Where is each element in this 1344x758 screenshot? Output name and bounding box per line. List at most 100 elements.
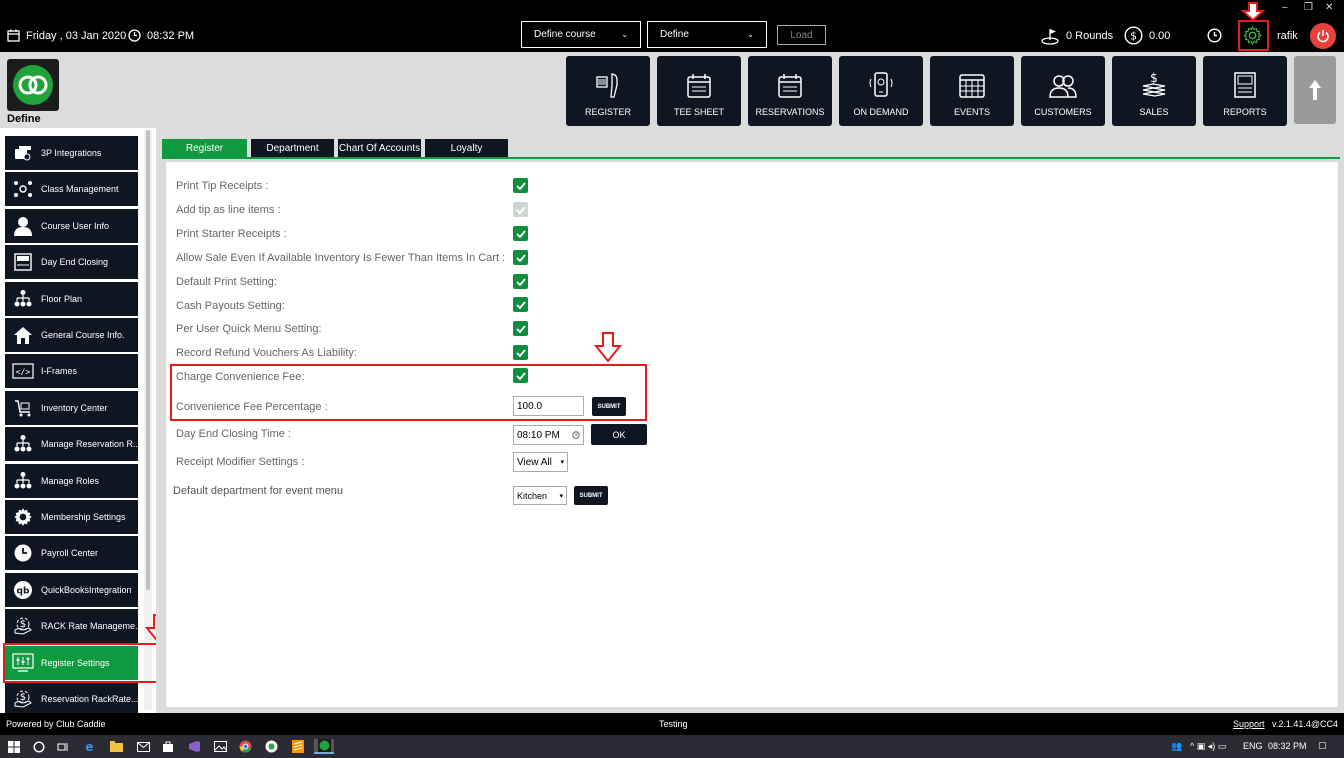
amount-display[interactable]: $ 0.00: [1124, 26, 1170, 45]
task-view-icon[interactable]: [55, 739, 70, 754]
default-department-select[interactable]: Kitchen ▾: [513, 486, 567, 505]
search-icon[interactable]: [31, 739, 46, 754]
sidebar-item-inventory-center[interactable]: Inventory Center: [5, 390, 138, 425]
print-starter-receipts-checkbox[interactable]: [513, 226, 528, 241]
windows-start-icon[interactable]: [6, 739, 21, 754]
tab-chart-of-accounts[interactable]: Chart Of Accounts: [338, 139, 421, 157]
edge-icon[interactable]: e: [82, 739, 97, 754]
sidebar-item-membership-settings[interactable]: Membership Settings: [5, 500, 138, 534]
support-link[interactable]: Support: [1233, 719, 1265, 729]
arrow-down-icon: [1241, 2, 1265, 21]
file-explorer-icon[interactable]: [109, 739, 124, 754]
record-refund-checkbox[interactable]: [513, 345, 528, 360]
tab-department[interactable]: Department: [251, 139, 334, 157]
restore-button[interactable]: ❐: [1304, 2, 1313, 13]
scroll-up-button[interactable]: [1294, 56, 1336, 124]
sidebar-item-quickbooksintegration[interactable]: qb QuickBooksIntegration: [5, 572, 138, 607]
chevron-down-icon: ⌄: [747, 30, 754, 39]
print-tip-receipts-checkbox[interactable]: [513, 178, 528, 193]
people-icon[interactable]: 👥: [1171, 741, 1182, 752]
app-icon[interactable]: [264, 739, 279, 754]
convenience-fee-submit-button[interactable]: SUBMIT: [592, 397, 626, 416]
default-department-submit-button[interactable]: SUBMIT: [574, 486, 608, 505]
default-department-label: Default department for event menu: [173, 485, 343, 497]
sidebar-item-label: General Course Info.: [41, 330, 125, 340]
sidebar-item-course-user-info[interactable]: Course User Info: [5, 208, 138, 243]
per-user-quick-menu-checkbox[interactable]: [513, 321, 528, 336]
sidebar-item-manage-roles[interactable]: Manage Roles: [5, 463, 138, 498]
visual-studio-icon[interactable]: [187, 739, 202, 754]
mobile-icon: [869, 72, 893, 97]
history-button[interactable]: [1207, 28, 1228, 43]
load-button[interactable]: Load: [777, 25, 826, 45]
convenience-fee-input[interactable]: 100.0: [513, 396, 584, 416]
sidebar-item-payroll-center[interactable]: Payroll Center: [5, 536, 138, 571]
close-button[interactable]: ✕: [1325, 2, 1333, 13]
language-indicator[interactable]: ENG: [1243, 741, 1263, 751]
nav-customers[interactable]: CUSTOMERS: [1021, 56, 1105, 126]
default-print-checkbox[interactable]: [513, 274, 528, 289]
sidebar-item-rack-rate-manageme[interactable]: $ RACK Rate Manageme...: [5, 609, 138, 644]
top-bar: Friday , 03 Jan 2020 08:32 PM Define cou…: [0, 0, 1344, 52]
mail-icon[interactable]: [136, 739, 151, 754]
notification-icon[interactable]: ▢: [1318, 740, 1327, 751]
nav-events[interactable]: EVENTS: [930, 56, 1014, 126]
charge-convenience-fee-checkbox[interactable]: [513, 368, 528, 383]
sublime-icon[interactable]: [290, 739, 305, 754]
user-name[interactable]: rafik: [1277, 30, 1298, 42]
tab-register[interactable]: Register: [162, 139, 247, 157]
sidebar-item-label: QuickBooksIntegration: [41, 584, 132, 595]
check-icon: [515, 324, 526, 333]
sidebar-item-label: Payroll Center: [41, 548, 99, 559]
sidebar-item-label: Course User Info: [41, 220, 110, 231]
power-button[interactable]: [1310, 23, 1336, 49]
day-end-ok-button[interactable]: OK: [591, 424, 647, 445]
environment-text: Testing: [659, 719, 688, 729]
system-tray-icons[interactable]: ^ ▣ ◂) ▭: [1190, 741, 1226, 752]
add-tip-line-items-checkbox[interactable]: [513, 202, 528, 217]
sidebar-item-general-course-info[interactable]: General Course Info.: [5, 318, 138, 352]
rounds-display[interactable]: 0 Rounds: [1040, 27, 1113, 45]
chrome-icon[interactable]: [238, 739, 253, 754]
minimize-button[interactable]: –: [1282, 2, 1288, 13]
taskbar-clock[interactable]: 08:32 PM: [1268, 741, 1307, 751]
allow-sale-checkbox[interactable]: [513, 250, 528, 265]
chevron-down-icon: ⌄: [621, 30, 628, 39]
nav-tee-sheet[interactable]: TEE SHEET: [657, 56, 741, 126]
sidebar-item-label: Manage Roles: [41, 475, 100, 486]
club-logo[interactable]: [7, 59, 59, 111]
sidebar-scrollbar-thumb[interactable]: [146, 130, 150, 590]
nav-events-label: EVENTS: [953, 107, 990, 117]
nav-reservations[interactable]: RESERVATIONS: [748, 56, 832, 126]
nav-on-demand[interactable]: ON DEMAND: [839, 56, 923, 126]
sidebar-item-reservation-rackrate[interactable]: $ Reservation RackRate...: [5, 682, 138, 713]
user-icon: [9, 209, 37, 243]
cash-payouts-checkbox[interactable]: [513, 297, 528, 312]
svg-text:$: $: [1150, 71, 1158, 85]
sidebar-item-manage-reservation-r[interactable]: Manage Reservation R...: [5, 427, 138, 462]
define-select[interactable]: Define ⌄: [647, 21, 767, 48]
course-select[interactable]: Define course ⌄: [521, 21, 641, 48]
dollar-icon: $: [1124, 26, 1143, 45]
hierarchy-icon: [9, 464, 37, 498]
rounds-text: 0 Rounds: [1066, 30, 1114, 42]
sidebar-item-floor-plan[interactable]: Floor Plan: [5, 281, 138, 316]
photos-icon[interactable]: [213, 739, 228, 754]
nav-sales-label: SALES: [1139, 107, 1169, 117]
sidebar-item-class-management[interactable]: Class Management: [5, 172, 138, 207]
sidebar-item-day-end-closing[interactable]: Day End Closing: [5, 245, 138, 280]
arrow-up-icon: [1309, 80, 1321, 100]
club-caddie-taskbar-icon[interactable]: [314, 739, 334, 754]
receipt-modifier-select[interactable]: View All ▾: [513, 452, 568, 472]
day-end-time-input[interactable]: 08:10 PM: [513, 425, 584, 445]
users-icon: [1049, 75, 1077, 98]
sidebar-item-i-frames[interactable]: </> I-Frames: [5, 354, 138, 389]
nav-reports[interactable]: REPORTS: [1203, 56, 1287, 126]
print-tip-receipts-label: Print Tip Receipts :: [176, 180, 269, 192]
nav-reports-label: REPORTS: [1223, 107, 1267, 117]
tab-loyalty[interactable]: Loyalty: [425, 139, 508, 157]
store-icon[interactable]: [160, 739, 175, 754]
nav-register[interactable]: REGISTER: [566, 56, 650, 126]
sidebar-item-3p-integrations[interactable]: 3P Integrations: [5, 136, 138, 170]
nav-sales[interactable]: $ SALES: [1112, 56, 1196, 126]
